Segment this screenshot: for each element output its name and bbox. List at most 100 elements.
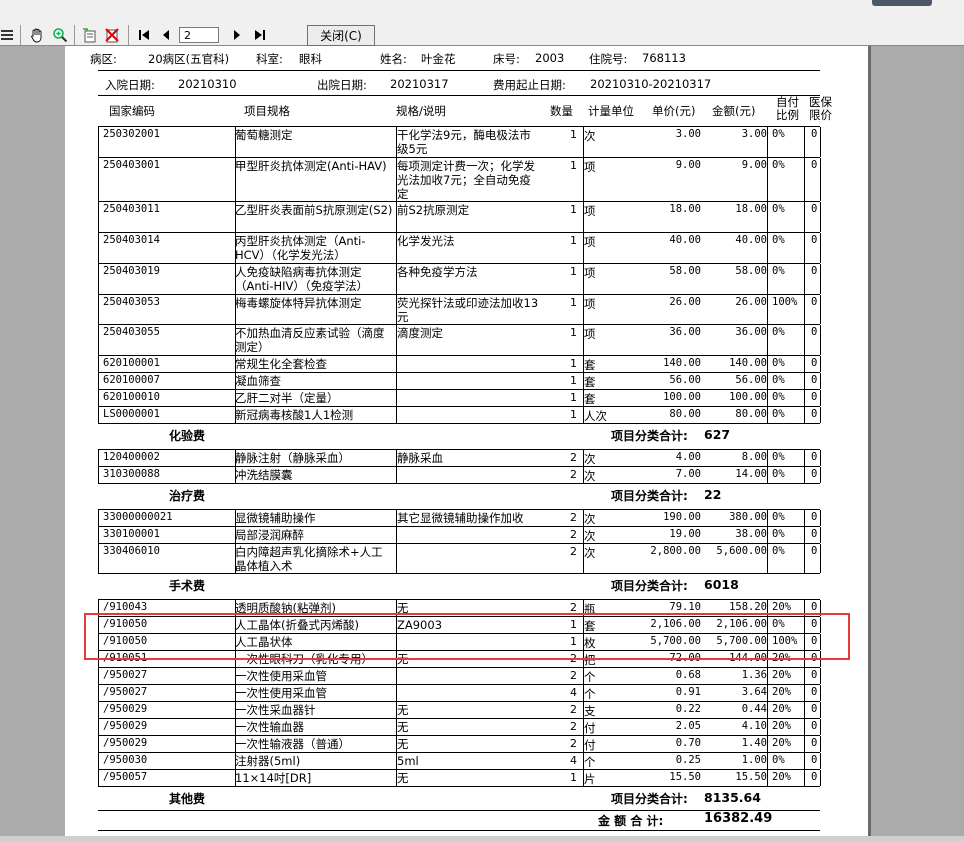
row-unit: 次	[584, 452, 596, 466]
bed-label: 床号:	[493, 52, 520, 66]
column-rule	[396, 600, 397, 616]
page-number-input[interactable]	[179, 27, 219, 43]
row-unit: 次	[584, 512, 596, 526]
delete-icon[interactable]	[103, 24, 121, 46]
row-limit: 0	[811, 408, 818, 420]
row-rule	[98, 483, 820, 484]
row-spec: 其它显微镜辅助操作加收	[397, 511, 524, 525]
row-amount: 38.00	[735, 528, 767, 540]
column-rule	[235, 158, 236, 201]
row-code: 250403019	[103, 265, 160, 277]
column-rule	[235, 356, 236, 372]
row-spec	[397, 374, 540, 390]
row-rule	[98, 406, 820, 407]
row-spec: 滴度测定	[397, 326, 443, 340]
column-rule	[583, 719, 584, 735]
column-rule	[820, 233, 821, 263]
column-rule	[820, 702, 821, 718]
row-limit: 0	[811, 652, 818, 664]
row-selfpay: 0%	[772, 618, 785, 630]
row-qty: 2	[570, 652, 577, 665]
row-code: /950029	[103, 737, 148, 749]
row-selfpay: 0%	[772, 203, 785, 215]
row-qty: 2	[570, 511, 577, 524]
prev-page-icon[interactable]	[158, 24, 174, 46]
column-rule	[767, 544, 768, 573]
column-rule	[820, 736, 821, 752]
column-rule	[235, 770, 236, 786]
column-rule	[767, 450, 768, 466]
row-rule	[98, 667, 820, 668]
column-rule	[820, 356, 821, 372]
column-rule	[767, 685, 768, 701]
row-spec: 无	[397, 703, 409, 717]
column-rule	[235, 407, 236, 423]
column-rule	[767, 356, 768, 372]
close-button[interactable]: 关闭(C)	[307, 25, 375, 46]
row-code: 250302001	[103, 128, 160, 140]
first-page-icon[interactable]	[136, 24, 152, 46]
zoom-in-icon[interactable]	[50, 24, 70, 46]
category-name: 其他费	[169, 792, 206, 806]
column-rule	[583, 685, 584, 701]
row-spec	[397, 528, 540, 544]
row-code: 620100010	[103, 391, 160, 403]
table-left-rule	[98, 510, 99, 573]
column-rule	[583, 510, 584, 526]
row-selfpay: 20%	[772, 686, 791, 698]
last-page-icon[interactable]	[252, 24, 268, 46]
row-rule	[98, 616, 820, 617]
grand-total-value: 16382.49	[704, 811, 773, 826]
report-viewport[interactable]: 病区: 20病区(五官科) 科室: 眼科 姓名: 叶金花 床号: 2003 住院号: 768113…	[0, 46, 964, 841]
row-selfpay: 0%	[772, 408, 785, 420]
row-qty: 2	[570, 737, 577, 750]
row-limit: 0	[811, 326, 818, 338]
column-rule	[583, 668, 584, 684]
row-qty: 2	[570, 528, 577, 541]
row-spec: 无	[397, 771, 409, 785]
hand-pan-icon[interactable]	[27, 24, 47, 46]
row-rule	[98, 718, 820, 719]
row-price: 40.00	[669, 234, 701, 246]
row-qty: 1	[570, 374, 577, 387]
row-item: 一次性眼科刀（乳化专用）	[235, 652, 373, 666]
column-rule	[396, 651, 397, 667]
column-rule	[820, 373, 821, 389]
toolbar-separator	[128, 25, 129, 45]
column-rule	[396, 158, 397, 201]
column-rule	[767, 600, 768, 616]
list-icon[interactable]	[0, 24, 14, 46]
row-item: 乙型肝炎表面前S抗原测定(S2)	[235, 203, 393, 217]
column-rule	[235, 617, 236, 633]
col-header-spec: 规格/说明	[396, 104, 446, 118]
row-unit: 套	[584, 375, 596, 389]
row-qty: 2	[570, 468, 577, 481]
row-selfpay: 0%	[772, 234, 785, 246]
row-amount: 3.64	[741, 686, 767, 698]
dept-label: 科室:	[256, 52, 283, 66]
export-icon[interactable]	[80, 24, 98, 46]
window-caption-fragment	[872, 0, 932, 6]
row-rule	[98, 389, 820, 390]
column-rule	[767, 668, 768, 684]
column-rule	[235, 753, 236, 769]
row-selfpay: 0%	[772, 545, 785, 557]
row-amount: 140.00	[729, 357, 767, 369]
column-rule	[804, 407, 805, 423]
next-page-icon[interactable]	[229, 24, 245, 46]
column-rule	[767, 634, 768, 650]
row-spec: 荧光探针法或印迹法加收13元	[397, 296, 539, 324]
row-unit: 次	[584, 546, 596, 560]
column-rule	[767, 527, 768, 543]
row-price: 72.00	[669, 652, 701, 664]
row-selfpay: 0%	[772, 528, 785, 540]
row-rule	[98, 157, 820, 158]
row-limit: 0	[811, 357, 818, 369]
row-code: 250403014	[103, 234, 160, 246]
column-rule	[396, 127, 397, 157]
row-unit: 支	[584, 704, 596, 718]
row-limit: 0	[811, 601, 818, 613]
row-price: 7.00	[675, 468, 701, 480]
row-price: 9.00	[675, 159, 701, 171]
row-price: 79.10	[669, 601, 701, 613]
